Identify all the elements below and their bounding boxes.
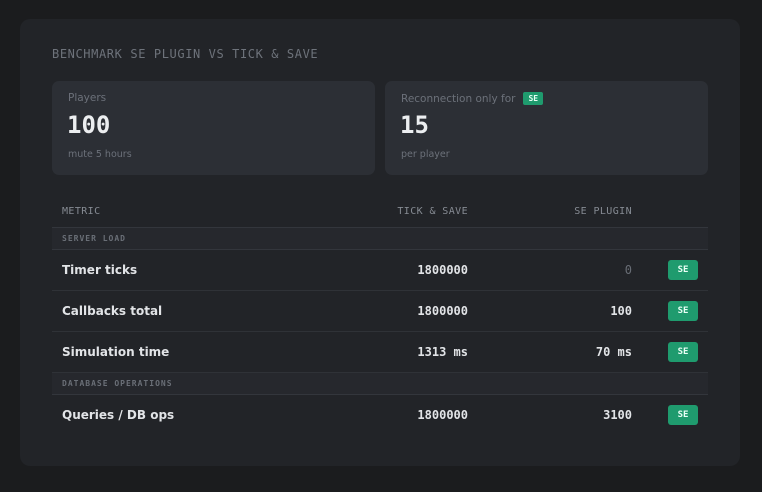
stat-value: 100 (67, 111, 111, 139)
tick-save-value: 1313 ms (417, 345, 468, 359)
se-plugin-value: 0 (624, 263, 632, 277)
stat-label: Players (68, 92, 107, 104)
metric-name: Timer ticks (62, 263, 138, 277)
stat-sub: mute 5 hours (68, 149, 132, 160)
benchmark-title: SE PLUGIN VS TICK & SAVE (130, 47, 319, 61)
section-title: DATABASE OPERATIONS (62, 379, 173, 388)
stat-sub: per player (401, 149, 450, 160)
tick-save-value: 1800000 (417, 263, 468, 277)
stat-value: 15 (400, 111, 429, 139)
metric-name: Queries / DB ops (62, 408, 175, 422)
section-header-database-operations: DATABASE OPERATIONS (52, 373, 708, 395)
stat-reconnection: Reconnection only for SE 15 per player (385, 81, 708, 175)
metric-name: Callbacks total (62, 304, 163, 318)
stat-players: Players 100 mute 5 hours (52, 81, 375, 175)
table-row: Callbacks total 1800000 100 SE (52, 291, 708, 332)
section-title: SERVER LOAD (62, 234, 126, 243)
table-header: METRIC TICK & SAVE SE PLUGIN (52, 197, 708, 228)
metric-name: Simulation time (62, 345, 170, 359)
winner-badge: SE (668, 301, 698, 321)
tick-save-value: 1800000 (417, 408, 468, 422)
table-row: Simulation time 1313 ms 70 ms SE (52, 332, 708, 373)
winner-badge: SE (668, 405, 698, 425)
column-header-tick-save: TICK & SAVE (397, 206, 468, 217)
se-plugin-value: 3100 (603, 408, 632, 422)
column-header-metric: METRIC (62, 206, 101, 217)
winner-badge: SE (668, 260, 698, 280)
card-title: BENCHMARK SE PLUGIN VS TICK & SAVE (52, 47, 318, 61)
stat-label: Reconnection only for (401, 92, 516, 105)
winner-badge: SE (668, 342, 698, 362)
tick-save-value: 1800000 (417, 304, 468, 318)
column-header-se-plugin: SE PLUGIN (574, 206, 632, 217)
benchmark-label: BENCHMARK (52, 47, 123, 61)
comparison-table: METRIC TICK & SAVE SE PLUGIN SERVER LOAD… (52, 197, 708, 436)
table-row: Timer ticks 1800000 0 SE (52, 250, 708, 291)
table-row: Queries / DB ops 1800000 3100 SE (52, 395, 708, 436)
se-badge: SE (523, 92, 544, 105)
se-plugin-value: 70 ms (595, 345, 632, 359)
benchmark-card: BENCHMARK SE PLUGIN VS TICK & SAVE Player… (20, 19, 740, 466)
stat-label-wrap: Reconnection only for SE (401, 92, 544, 105)
section-header-server-load: SERVER LOAD (52, 228, 708, 250)
se-plugin-value: 100 (610, 304, 632, 318)
